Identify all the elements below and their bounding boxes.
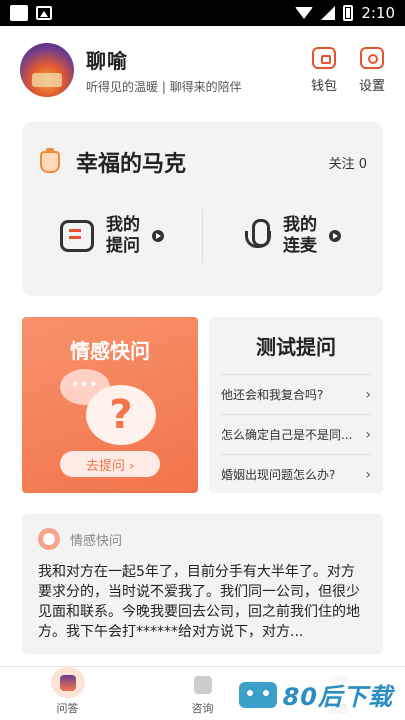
feed-card[interactable]: 情感快问 我和对方在一起5年了，目前分手有大半年了。对方要求分的，当时说不爱我了… <box>22 514 383 654</box>
list-item-text: 他还会和我复合吗? <box>221 388 324 402</box>
image-notification-icon <box>36 6 52 20</box>
chevron-right-icon: › <box>365 426 371 443</box>
nav-label-qa: 问答 <box>56 702 79 715</box>
wallet-button[interactable]: 钱包 <box>310 46 337 94</box>
follow-count[interactable]: 关注 0 <box>329 153 367 172</box>
my-questions-button[interactable]: 我的 提问 <box>22 215 202 257</box>
brand-title: 聊喻 <box>86 49 128 73</box>
list-item-text: 婚姻出现问题怎么办? <box>221 468 336 482</box>
list-item[interactable]: 婚姻出现问题怎么办? › <box>221 454 371 494</box>
qa-icon <box>50 667 85 698</box>
my-live-label: 我的 连麦 <box>283 215 317 256</box>
test-questions-card: 测试提问 他还会和我复合吗? › 怎么确定自己是不是同... › 婚姻出现问题怎… <box>209 317 383 493</box>
list-item[interactable]: 怎么确定自己是不是同... › <box>221 414 371 454</box>
bubble-question-icon: ? <box>60 369 160 449</box>
go-ask-button[interactable]: 去提问 › <box>60 451 160 477</box>
settings-button[interactable]: 设置 <box>358 46 385 94</box>
play-icon <box>152 230 164 242</box>
watermark: 80后下载 <box>234 675 397 714</box>
test-questions-title: 测试提问 <box>256 335 336 359</box>
feed-text: 我和对方在一起5年了，目前分手有大半年了。对方要求分的，当时说不爱我了。我们同一… <box>38 564 360 640</box>
brand-block: 聊喻 听得见的温暖 | 聊得来的陪伴 <box>86 45 242 95</box>
status-bar: 2:10 <box>0 0 405 26</box>
my-questions-label: 我的 提问 <box>106 215 140 256</box>
settings-label: 设置 <box>358 78 385 94</box>
list-item[interactable]: 他还会和我复合吗? › <box>221 374 371 414</box>
bag-icon <box>40 148 60 173</box>
chat-box-icon <box>60 220 94 252</box>
quick-ask-tag-icon <box>38 528 60 550</box>
my-live-button[interactable]: 我的 连麦 <box>203 215 383 257</box>
gear-icon <box>359 46 384 69</box>
username: 幸福的马克 <box>76 152 187 177</box>
list-item-text: 怎么确定自己是不是同... <box>221 428 353 442</box>
consult-icon <box>193 676 212 694</box>
profile-card: 幸福的马克 关注 0 我的 提问 我的 连麦 <box>22 122 383 296</box>
nav-item-qa[interactable]: 问答 <box>0 667 135 720</box>
chevron-right-icon: › <box>365 386 371 403</box>
nav-label-consult: 咨询 <box>191 702 214 715</box>
wifi-icon <box>295 7 314 19</box>
quick-ask-card[interactable]: 情感快问 ? 去提问 › <box>22 317 198 493</box>
play-icon <box>329 230 341 242</box>
mic-icon <box>245 219 271 253</box>
chevron-right-icon: › <box>365 466 371 483</box>
watermark-logo-icon <box>238 681 277 708</box>
feed-tag: 情感快问 <box>70 533 123 549</box>
brand-subtitle: 听得见的温暖 | 聊得来的陪伴 <box>86 80 242 94</box>
wallet-label: 钱包 <box>310 78 337 94</box>
wallet-icon <box>311 46 336 69</box>
watermark-text: 80后下载 <box>282 683 393 711</box>
battery-icon <box>343 5 354 21</box>
avatar[interactable] <box>20 43 74 97</box>
notification-square-icon <box>10 5 28 21</box>
app-header: 聊喻 听得见的温暖 | 聊得来的陪伴 钱包 设置 <box>20 40 385 100</box>
quick-ask-title: 情感快问 <box>70 339 150 363</box>
status-time: 2:10 <box>361 4 395 22</box>
signal-icon <box>321 6 336 20</box>
